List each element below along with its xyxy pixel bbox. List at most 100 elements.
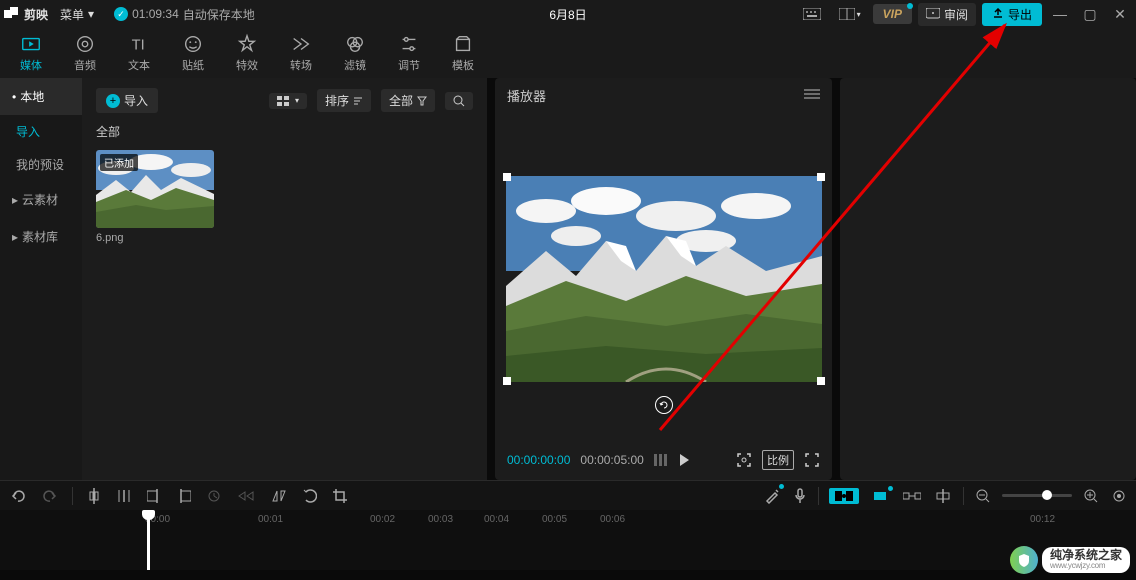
resize-handle-br[interactable]: [817, 377, 825, 385]
zoom-out-button[interactable]: [974, 487, 992, 505]
autosave-text: 自动保存本地: [183, 6, 255, 23]
resize-handle-tl[interactable]: [503, 173, 511, 181]
playhead[interactable]: [147, 512, 150, 570]
timeline-right-tools: [762, 486, 1128, 506]
filter-icon: [344, 33, 366, 55]
tab-label: 特效: [236, 57, 258, 73]
vip-button[interactable]: VIP: [873, 4, 912, 24]
sort-icon: [353, 96, 363, 106]
keyboard-icon[interactable]: [797, 5, 827, 23]
magic-button[interactable]: [762, 486, 782, 506]
side-label: 云素材: [22, 191, 58, 208]
zoom-knob[interactable]: [1042, 490, 1052, 500]
timeline[interactable]: 00:00 00:01 00:02 00:03 00:04 00:05 00:0…: [0, 510, 1136, 570]
ruler-mark: 00:12: [1030, 514, 1055, 525]
sidebar-item-cloud[interactable]: ▸云素材: [0, 181, 82, 218]
tab-label: 音频: [74, 57, 96, 73]
zoom-in-button[interactable]: [1082, 487, 1100, 505]
player-frame[interactable]: [506, 176, 822, 382]
ribbon-tab-media[interactable]: 媒体: [4, 29, 58, 77]
zoom-slider[interactable]: [1002, 494, 1072, 497]
title-bar: 剪映 菜单 ▾ ✓ 01:09:34 自动保存本地 6月8日 ▾ VIP 审阅 …: [0, 0, 1136, 28]
side-label: 本地: [20, 88, 44, 105]
menu-button[interactable]: 菜单 ▾: [60, 6, 94, 23]
maximize-button[interactable]: ▢: [1078, 6, 1102, 23]
chevron-down-icon: ▾: [88, 7, 94, 21]
close-button[interactable]: ✕: [1108, 6, 1132, 23]
sticker-icon: [182, 33, 204, 55]
ribbon-tab-effects[interactable]: 特效: [220, 29, 274, 77]
ribbon-tab-adjust[interactable]: 调节: [382, 29, 436, 77]
added-badge: 已添加: [100, 154, 138, 171]
resize-handle-tr[interactable]: [817, 173, 825, 181]
layout-icon[interactable]: ▾: [833, 5, 867, 23]
redo-button[interactable]: [40, 487, 60, 505]
tab-label: 转场: [290, 57, 312, 73]
search-button[interactable]: [445, 92, 473, 110]
mirror-button[interactable]: [269, 487, 289, 505]
import-button[interactable]: +导入: [96, 88, 158, 113]
track-button-1[interactable]: [829, 488, 859, 504]
chevron-down-icon: ▾: [857, 10, 861, 19]
track-button-3[interactable]: [901, 488, 923, 504]
media-thumbnail[interactable]: 已添加 6.png: [96, 150, 214, 244]
effects-icon: [236, 33, 258, 55]
ratio-button[interactable]: 比例: [762, 450, 794, 470]
player-menu-button[interactable]: [804, 88, 820, 103]
ruler-mark: 00:04: [484, 514, 509, 525]
align-button[interactable]: [933, 487, 953, 505]
ribbon-tab-filter[interactable]: 滤镜: [328, 29, 382, 77]
split-button[interactable]: [85, 486, 103, 506]
trim-left-button[interactable]: [145, 487, 163, 505]
autosave-time: 01:09:34: [132, 7, 179, 21]
sidebar-sub-presets[interactable]: 我的预设: [0, 148, 82, 181]
resize-handle-bl[interactable]: [503, 377, 511, 385]
export-button[interactable]: 导出: [982, 3, 1042, 26]
autosave-status: ✓ 01:09:34 自动保存本地: [114, 6, 255, 23]
select-button[interactable]: [115, 486, 133, 506]
player-panel: 播放器: [495, 78, 832, 480]
trim-right-button[interactable]: [175, 487, 193, 505]
rotate-handle[interactable]: [655, 396, 673, 414]
ribbon-tab-transition[interactable]: 转场: [274, 29, 328, 77]
bullet-icon: •: [12, 90, 16, 104]
rotate-button[interactable]: [301, 487, 319, 505]
ribbon-tab-audio[interactable]: 音频: [58, 29, 112, 77]
audio-icon: [74, 33, 96, 55]
fullscreen-icon[interactable]: [804, 452, 820, 468]
mic-button[interactable]: [792, 486, 808, 506]
transition-icon: [290, 33, 312, 55]
ribbon-tab-text[interactable]: TI文本: [112, 29, 166, 77]
play-button[interactable]: [678, 453, 690, 467]
sidebar-item-local[interactable]: • 本地: [0, 78, 82, 115]
export-label: 导出: [1008, 6, 1032, 23]
sidebar-sub-import[interactable]: 导入: [0, 115, 82, 148]
player-right-controls: 比例: [736, 450, 820, 470]
review-icon: [926, 8, 940, 20]
minimize-button[interactable]: —: [1048, 6, 1072, 22]
tab-label: 贴纸: [182, 57, 204, 73]
player-title: 播放器: [507, 86, 546, 105]
crop-button[interactable]: [331, 487, 349, 505]
view-grid-button[interactable]: ▾: [269, 93, 307, 109]
undo-button[interactable]: [8, 487, 28, 505]
player-controls: 00:00:00:00 00:00:05:00 比例: [495, 444, 832, 480]
app-logo: 剪映: [4, 6, 48, 23]
track-button-2[interactable]: [869, 488, 891, 504]
ribbon-tab-template[interactable]: 模板: [436, 29, 490, 77]
ribbon-tab-sticker[interactable]: 贴纸: [166, 29, 220, 77]
columns-icon[interactable]: [654, 454, 668, 466]
fit-button[interactable]: [1110, 487, 1128, 505]
export-icon: [992, 8, 1004, 20]
reverse-button[interactable]: [235, 488, 257, 504]
review-button[interactable]: 审阅: [918, 3, 976, 26]
timeline-ruler[interactable]: 00:00 00:01 00:02 00:03 00:04 00:05 00:0…: [0, 510, 1136, 534]
freeze-button[interactable]: [205, 487, 223, 505]
filter-button[interactable]: 全部: [381, 89, 435, 112]
player-image: [506, 176, 822, 382]
focus-icon[interactable]: [736, 452, 752, 468]
player-viewport[interactable]: [495, 113, 832, 444]
sort-button[interactable]: 排序: [317, 89, 371, 112]
grid-icon: [277, 96, 291, 106]
sidebar-item-library[interactable]: ▸素材库: [0, 218, 82, 255]
